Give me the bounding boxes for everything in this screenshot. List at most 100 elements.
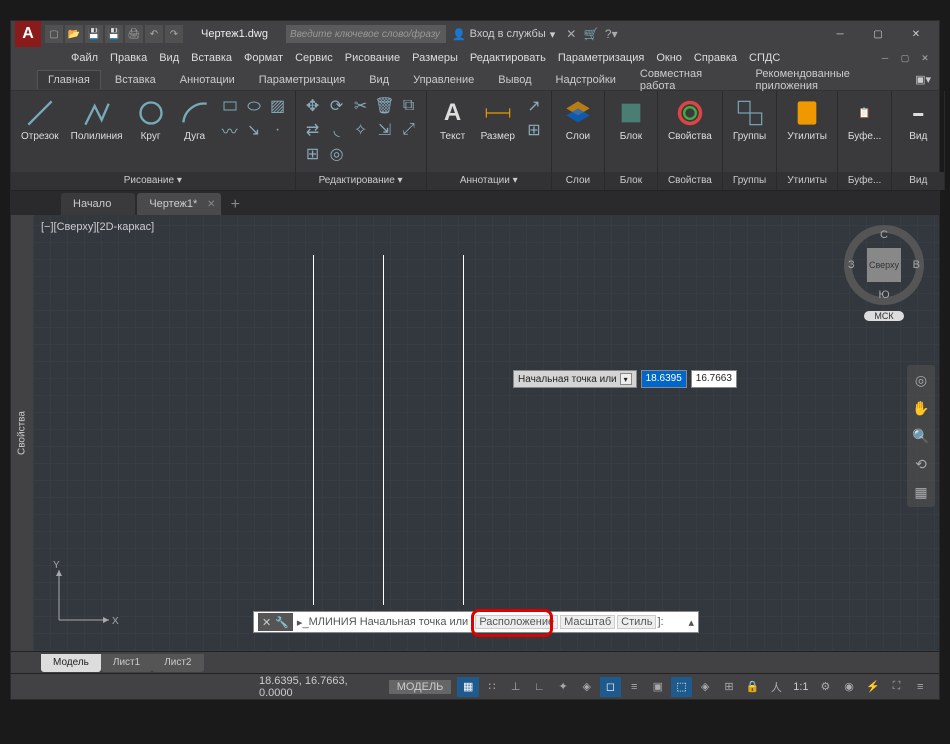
tab-collab[interactable]: Совместная работа [630, 65, 742, 95]
line-button[interactable]: Отрезок [17, 95, 63, 144]
layout-sheet1[interactable]: Лист1 [101, 654, 152, 672]
gear-icon[interactable]: ⚙ [815, 677, 837, 697]
cleanscreen-icon[interactable]: ⛶ [886, 677, 908, 697]
showmotion-icon[interactable]: ▦ [910, 481, 932, 503]
ortho-icon[interactable]: ∟ [529, 677, 551, 697]
tab-view[interactable]: Вид [359, 71, 399, 89]
panel-title[interactable]: Редактирование ▾ [296, 172, 426, 190]
tab-start[interactable]: Начало [61, 193, 135, 215]
scale-ratio[interactable]: 1:1 [793, 681, 808, 693]
minimize-button[interactable]: ─ [821, 21, 859, 47]
cmd-opt-position[interactable]: Расположение [475, 615, 558, 629]
close-cmd-icon[interactable]: ✕ [262, 616, 271, 629]
scale-icon[interactable]: ⤢ [398, 119, 420, 141]
menu-spds[interactable]: СПДС [749, 52, 780, 64]
text-button[interactable]: AТекст [433, 95, 473, 144]
close-button[interactable]: ✕ [897, 21, 935, 47]
infer-icon[interactable]: ⊥ [505, 677, 527, 697]
circle-button[interactable]: Круг [131, 95, 171, 144]
app-store-icon[interactable]: 🛒 [581, 24, 601, 44]
iso-icon[interactable]: ◈ [576, 677, 598, 697]
steering-wheel-icon[interactable]: ◎ [910, 369, 932, 391]
layers-button[interactable]: Слои [558, 95, 598, 144]
menu-help[interactable]: Справка [694, 52, 737, 64]
layout-model[interactable]: Модель [41, 654, 101, 672]
help-icon[interactable]: ?▾ [601, 24, 621, 44]
utilities-button[interactable]: Утилиты [783, 95, 831, 144]
ucs-icon[interactable]: XY [49, 560, 119, 635]
move-icon[interactable]: ✥ [302, 95, 324, 117]
panel-title[interactable]: Рисование ▾ [11, 172, 295, 190]
coordinates[interactable]: 18.6395, 16.7663, 0.0000 [259, 675, 383, 699]
leader-icon[interactable]: ↗ [523, 95, 545, 117]
osnap-icon[interactable]: ◻ [600, 677, 622, 697]
polar-icon[interactable]: ✦ [552, 677, 574, 697]
vc-west[interactable]: З [848, 259, 855, 271]
menu-edit[interactable]: Правка [110, 52, 147, 64]
ellipse-icon[interactable] [243, 95, 265, 117]
mdi-restore-button[interactable]: ▢ [897, 51, 913, 65]
mdi-close-button[interactable]: ✕ [917, 51, 933, 65]
point-icon[interactable]: ∙ [267, 119, 289, 141]
menu-file[interactable]: Файл [71, 52, 98, 64]
polyline-button[interactable]: Полилиния [67, 95, 127, 144]
cycling-icon[interactable]: ⬚ [671, 677, 693, 697]
viewport-label[interactable]: [−][Сверху][2D-каркас] [41, 221, 154, 233]
arc-button[interactable]: Дуга [175, 95, 215, 144]
annoscale-icon[interactable]: 🔒 [742, 677, 764, 697]
cmd-opt-style[interactable]: Стиль [617, 615, 656, 629]
vc-east[interactable]: В [913, 259, 920, 271]
command-line[interactable]: ✕🔧 ▸_ МЛИНИЯ Начальная точка или [Распол… [253, 611, 699, 633]
view-button[interactable]: ▬Вид [898, 95, 938, 144]
new-icon[interactable]: ▢ [45, 25, 63, 43]
tab-annotate[interactable]: Аннотации [170, 71, 245, 89]
panel-toggle-icon[interactable]: ▣▾ [915, 73, 931, 86]
tab-featured[interactable]: Рекомендованные приложения [746, 65, 912, 95]
tab-addins[interactable]: Надстройки [546, 71, 626, 89]
menu-dimension[interactable]: Размеры [412, 52, 458, 64]
search-input[interactable]: Введите ключевое слово/фразу [286, 25, 446, 43]
hwaccel-icon[interactable]: ⚡ [862, 677, 884, 697]
plot-icon[interactable]: 🖨 [125, 25, 143, 43]
exchange-icon[interactable]: ✕ [561, 24, 581, 44]
menu-format[interactable]: Формат [244, 52, 283, 64]
zoom-icon[interactable]: 🔍 [910, 425, 932, 447]
block-button[interactable]: Блок [611, 95, 651, 144]
lineweight-icon[interactable]: ≡ [623, 677, 645, 697]
clipboard-button[interactable]: 📋Буфе... [844, 95, 885, 144]
tab-output[interactable]: Вывод [488, 71, 541, 89]
offset-icon[interactable]: ◎ [326, 143, 348, 165]
dynucs-icon[interactable]: ⊞ [718, 677, 740, 697]
grid-icon[interactable]: ▦ [457, 677, 479, 697]
trim-icon[interactable]: ✂ [350, 95, 372, 117]
vc-south[interactable]: Ю [878, 289, 889, 301]
menu-modify[interactable]: Редактировать [470, 52, 546, 64]
redo-icon[interactable]: ↷ [165, 25, 183, 43]
mdi-minimize-button[interactable]: ─ [877, 51, 893, 65]
snap-icon[interactable]: ∷ [481, 677, 503, 697]
tab-manage[interactable]: Управление [403, 71, 484, 89]
chevron-down-icon[interactable]: ▾ [620, 373, 632, 385]
tab-parametric[interactable]: Параметризация [249, 71, 355, 89]
ray-icon[interactable]: ↘ [243, 119, 265, 141]
app-logo[interactable]: A [15, 21, 41, 47]
layout-sheet2[interactable]: Лист2 [152, 654, 203, 672]
annoviz-icon[interactable]: 人 [766, 677, 788, 697]
custom-icon[interactable]: ≡ [909, 677, 931, 697]
mirror-icon[interactable]: ⇄ [302, 119, 324, 141]
spline-icon[interactable]: 〰 [219, 119, 241, 141]
groups-button[interactable]: Группы [729, 95, 770, 144]
save-icon[interactable]: 💾 [85, 25, 103, 43]
array-icon[interactable]: ⊞ [302, 143, 324, 165]
menu-tools[interactable]: Сервис [295, 52, 333, 64]
transparency-icon[interactable]: ▣ [647, 677, 669, 697]
cmd-opt-scale[interactable]: Масштаб [560, 615, 615, 629]
new-tab-button[interactable]: + [223, 195, 247, 215]
dimension-button[interactable]: Размер [477, 95, 519, 144]
rectangle-icon[interactable] [219, 95, 241, 117]
copy-icon[interactable]: ⧉ [398, 95, 420, 117]
model-toggle[interactable]: МОДЕЛЬ [389, 680, 452, 694]
panel-title[interactable]: Аннотации ▾ [427, 172, 551, 190]
dyn-x-input[interactable]: 18.6395 [641, 370, 687, 388]
viewcube[interactable]: С Ю В З Сверху МСК [839, 225, 929, 355]
